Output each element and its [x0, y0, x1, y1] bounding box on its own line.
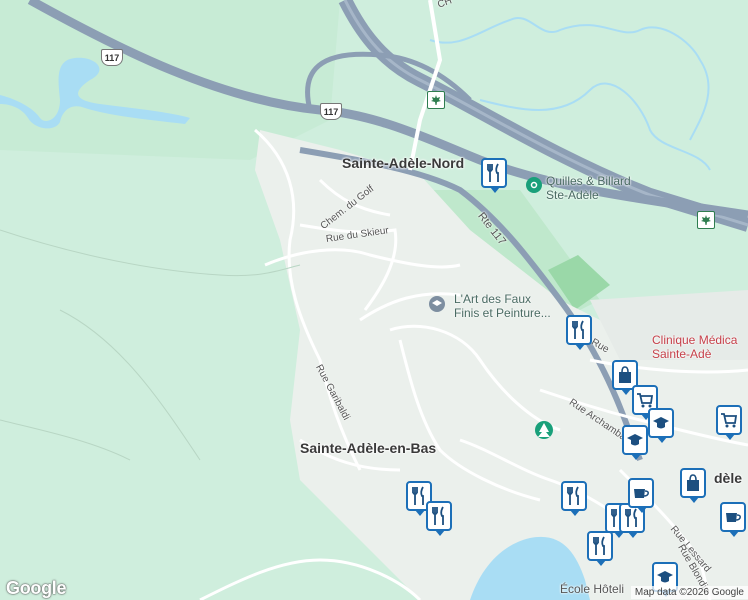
grocery-pin[interactable]: [716, 405, 742, 440]
shopping-pin[interactable]: [680, 468, 706, 503]
route-117-shield: 117: [101, 49, 123, 66]
place-label-adele-partial: dèle: [714, 470, 743, 486]
graduation-cap-icon: [657, 571, 673, 583]
coffee-cup-icon: [726, 513, 741, 522]
school-pin[interactable]: [648, 408, 674, 443]
park-area: [0, 0, 340, 160]
maple-leaf-icon: [697, 211, 715, 229]
cafe-pin[interactable]: [720, 502, 746, 537]
poi-label-line: L'Art des Faux: [454, 292, 531, 306]
fork-knife-icon: [593, 536, 605, 555]
shopping-bag-icon: [687, 474, 699, 491]
fork-knife-icon: [572, 320, 584, 339]
google-logo[interactable]: Google: [6, 578, 67, 599]
school-marker-icon[interactable]: [429, 296, 445, 312]
restaurant-pin[interactable]: [426, 501, 452, 536]
map-attribution[interactable]: Map data ©2026 Google: [630, 586, 748, 599]
poi-label-clinique[interactable]: Clinique Médica Sainte-Adè: [652, 333, 737, 361]
poi-label-line: Ste-Adèle: [546, 188, 599, 202]
school-pin[interactable]: [622, 425, 648, 460]
shopping-cart-icon: [721, 413, 738, 428]
shopping-cart-icon: [637, 393, 654, 408]
shopping-bag-icon: [619, 366, 631, 383]
restaurant-pin[interactable]: [561, 481, 587, 516]
fork-knife-icon: [487, 163, 499, 182]
place-label-sainte-adele-en-bas: Sainte-Adèle-en-Bas: [300, 440, 437, 456]
fork-knife-icon: [567, 486, 579, 505]
maple-leaf-icon: [427, 91, 445, 109]
restaurant-pin[interactable]: [566, 315, 592, 350]
place-label-sainte-adele-nord: Sainte-Adèle-Nord: [342, 155, 465, 171]
restaurant-pin[interactable]: [587, 531, 613, 566]
poi-label-line: Sainte-Adè: [652, 347, 712, 361]
poi-label-line: Clinique Médica: [652, 333, 738, 347]
fork-knife-icon: [432, 506, 444, 525]
cafe-pin[interactable]: [628, 478, 654, 513]
poi-label-quilles[interactable]: Quilles & Billard Ste-Adèle: [546, 174, 631, 202]
poi-label-line: Finis et Peinture...: [454, 306, 551, 320]
route-117-shield: 117: [320, 103, 342, 120]
poi-marker-icon[interactable]: [526, 177, 542, 193]
poi-label-line: Quilles & Billard: [546, 174, 631, 188]
poi-label-art-des-faux[interactable]: L'Art des Faux Finis et Peinture...: [454, 292, 551, 320]
coffee-cup-icon: [634, 489, 649, 498]
graduation-cap-icon: [627, 434, 643, 446]
poi-label-ecole[interactable]: École Hôteli: [560, 582, 624, 596]
restaurant-pin[interactable]: [481, 158, 507, 193]
graduation-cap-icon: [653, 417, 669, 429]
